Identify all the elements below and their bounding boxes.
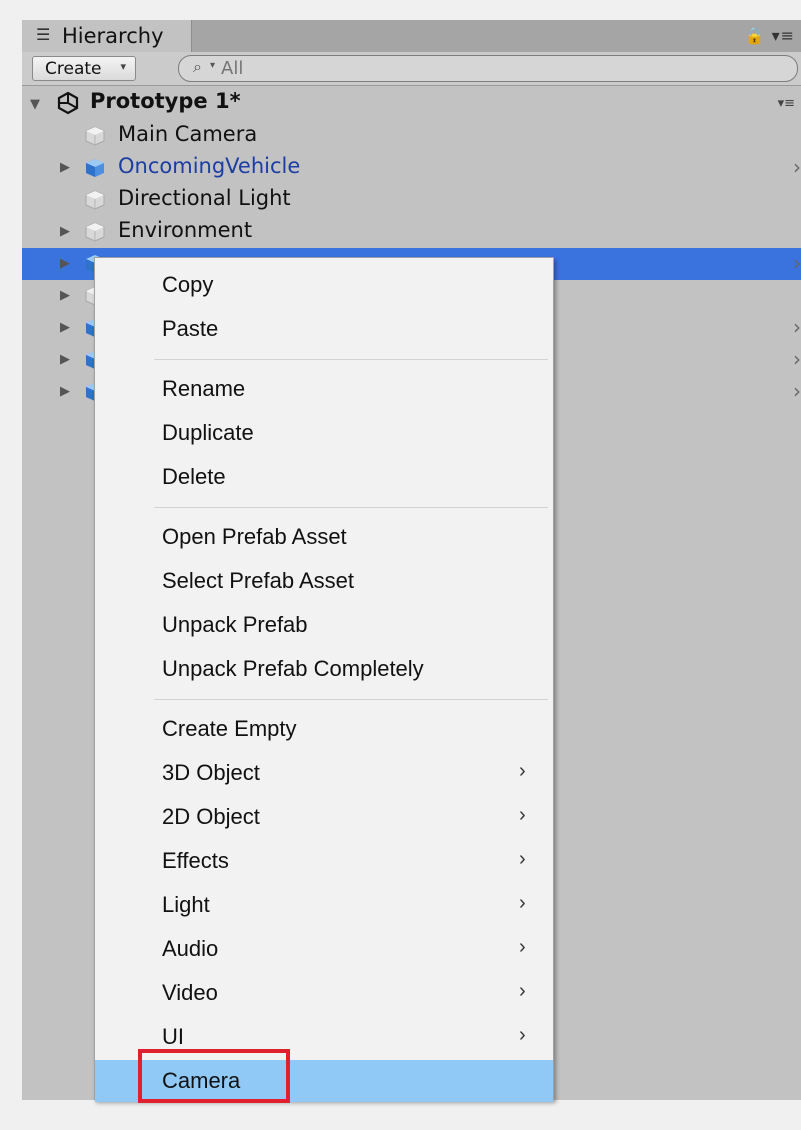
- submenu-arrow-icon: ›: [519, 936, 526, 958]
- hierarchy-toolbar: Create ▾ ⌕ ▾: [22, 52, 801, 86]
- prefab-open-chevron-icon[interactable]: ›: [793, 379, 801, 403]
- annotation-highlight-box: [138, 1049, 290, 1103]
- menu-item-label: Audio: [162, 936, 219, 961]
- unity-scene-icon: [56, 91, 80, 120]
- menu-item-duplicate[interactable]: Duplicate: [95, 412, 553, 454]
- menu-item-label: Rename: [162, 376, 246, 401]
- menu-item-open-prefab-asset[interactable]: Open Prefab Asset: [95, 516, 553, 558]
- expand-arrow-icon[interactable]: ▼: [30, 97, 40, 112]
- hierarchy-item[interactable]: ▶ OncomingVehicle ›: [22, 152, 801, 184]
- menu-item-label: UI: [162, 1024, 184, 1049]
- submenu-arrow-icon: ›: [519, 760, 526, 782]
- menu-item-label: Video: [162, 980, 218, 1005]
- tab-menu-icon[interactable]: ▾≡: [772, 26, 795, 45]
- hierarchy-item-label: Environment: [118, 218, 253, 242]
- context-menu: Copy Paste Rename Duplicate Delete Open Prefa…: [94, 257, 554, 1102]
- menu-item-copy[interactable]: Copy: [95, 264, 553, 306]
- expand-arrow-icon[interactable]: ▶: [60, 352, 70, 367]
- search-field[interactable]: ⌕ ▾: [178, 55, 798, 82]
- submenu-arrow-icon: ›: [519, 980, 526, 1002]
- menu-item-light[interactable]: Light ›: [95, 884, 553, 926]
- search-input[interactable]: [221, 57, 761, 79]
- chevron-down-icon: ▾: [120, 60, 126, 73]
- submenu-arrow-icon: ›: [519, 848, 526, 870]
- tab-hierarchy[interactable]: ☰ Hierarchy: [22, 20, 192, 52]
- search-filter-caret-icon[interactable]: ▾: [210, 60, 215, 71]
- menu-item-create-empty[interactable]: Create Empty: [95, 708, 553, 750]
- menu-item-3d-object[interactable]: 3D Object ›: [95, 752, 553, 794]
- hierarchy-item-label: OncomingVehicle: [118, 154, 301, 178]
- scene-header[interactable]: ▼ Prototype 1* ▾≡: [22, 88, 801, 120]
- menu-item-label: 2D Object: [162, 804, 260, 829]
- menu-item-paste[interactable]: Paste: [95, 308, 553, 350]
- menu-item-label: Effects: [162, 848, 229, 873]
- menu-separator: [154, 359, 548, 360]
- expand-arrow-icon[interactable]: ▶: [60, 288, 70, 303]
- expand-arrow-icon[interactable]: ▶: [60, 224, 70, 239]
- expand-arrow-icon[interactable]: ▶: [60, 256, 70, 271]
- menu-item-label: 3D Object: [162, 760, 260, 785]
- list-icon: ☰: [36, 25, 51, 44]
- gameobject-cube-icon: [84, 221, 106, 243]
- menu-item-label: Duplicate: [162, 420, 254, 445]
- menu-item-select-prefab-asset[interactable]: Select Prefab Asset: [95, 560, 553, 602]
- scene-menu-icon[interactable]: ▾≡: [778, 96, 795, 111]
- menu-item-effects[interactable]: Effects ›: [95, 840, 553, 882]
- submenu-arrow-icon: ›: [519, 892, 526, 914]
- hierarchy-item[interactable]: Main Camera: [22, 120, 801, 152]
- search-icon[interactable]: ⌕: [193, 57, 202, 77]
- menu-item-rename[interactable]: Rename: [95, 368, 553, 410]
- menu-item-label: Create Empty: [162, 716, 297, 741]
- tab-controls: 🔒 ▾≡: [745, 26, 795, 45]
- menu-item-audio[interactable]: Audio ›: [95, 928, 553, 970]
- menu-item-unpack-prefab[interactable]: Unpack Prefab: [95, 604, 553, 646]
- gameobject-cube-icon: [84, 125, 106, 147]
- menu-item-delete[interactable]: Delete: [95, 456, 553, 498]
- scene-title: Prototype 1*: [90, 89, 241, 113]
- menu-item-label: Light: [162, 892, 210, 917]
- hierarchy-item-label: Main Camera: [118, 122, 258, 146]
- menu-item-label: Select Prefab Asset: [162, 568, 354, 593]
- prefab-open-chevron-icon[interactable]: ›: [793, 315, 801, 339]
- hierarchy-item[interactable]: Directional Light: [22, 184, 801, 216]
- prefab-open-chevron-icon[interactable]: ›: [793, 347, 801, 371]
- menu-item-label: Unpack Prefab Completely: [162, 656, 424, 681]
- menu-item-label: Unpack Prefab: [162, 612, 308, 637]
- lock-icon[interactable]: 🔒: [745, 26, 766, 45]
- prefab-open-chevron-icon[interactable]: ›: [793, 155, 801, 179]
- prefab-open-chevron-icon[interactable]: ›: [793, 251, 801, 275]
- menu-item-video[interactable]: Video ›: [95, 972, 553, 1014]
- tab-bar: ☰ Hierarchy 🔒 ▾≡: [22, 20, 801, 52]
- create-button[interactable]: Create ▾: [32, 56, 136, 81]
- menu-item-unpack-prefab-completely[interactable]: Unpack Prefab Completely: [95, 648, 553, 690]
- expand-arrow-icon[interactable]: ▶: [60, 320, 70, 335]
- hierarchy-item-label: Directional Light: [118, 186, 291, 210]
- menu-item-label: Paste: [162, 316, 219, 341]
- expand-arrow-icon[interactable]: ▶: [60, 384, 70, 399]
- submenu-arrow-icon: ›: [519, 804, 526, 826]
- tab-label: Hierarchy: [62, 24, 164, 48]
- menu-item-label: Copy: [162, 272, 214, 297]
- expand-arrow-icon[interactable]: ▶: [60, 160, 70, 175]
- menu-item-label: Open Prefab Asset: [162, 524, 347, 549]
- gameobject-cube-icon: [84, 189, 106, 211]
- submenu-arrow-icon: ›: [519, 1024, 526, 1046]
- menu-item-label: Delete: [162, 464, 226, 489]
- menu-separator: [154, 699, 548, 700]
- hierarchy-item[interactable]: ▶ Environment: [22, 216, 801, 248]
- create-button-label: Create: [45, 59, 102, 79]
- prefab-cube-icon: [84, 157, 106, 179]
- menu-item-2d-object[interactable]: 2D Object ›: [95, 796, 553, 838]
- menu-separator: [154, 507, 548, 508]
